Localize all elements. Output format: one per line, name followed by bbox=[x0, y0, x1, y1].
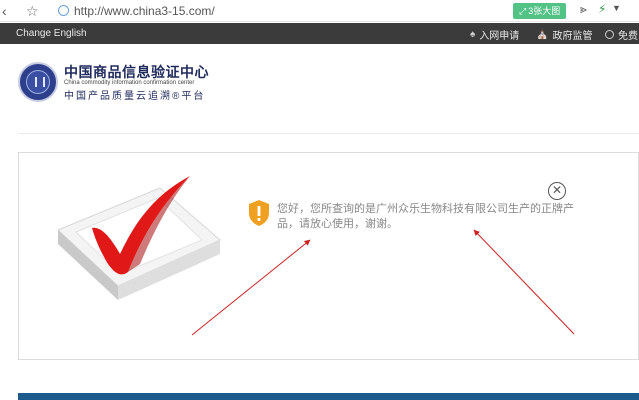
close-icon[interactable]: ✕ bbox=[548, 182, 566, 200]
share-icon[interactable]: ⪢ bbox=[580, 2, 587, 17]
topbar-link-regulation[interactable]: ⛪ 政府监管 bbox=[536, 27, 592, 42]
caret-down-icon[interactable]: ▼ bbox=[612, 3, 621, 13]
topbar-link-join[interactable]: ♠ 入网申请 bbox=[470, 27, 519, 42]
logo-title[interactable]: 中国商品信息验证中心 bbox=[64, 62, 209, 82]
logo-subtitle: 中国产品质量云追溯®平台 bbox=[64, 91, 206, 102]
site-top-bar: Change English ♠ 入网申请 ⛪ 政府监管 免费 bbox=[0, 23, 639, 44]
building-icon: ⛪ bbox=[536, 29, 549, 40]
header-divider bbox=[18, 133, 639, 134]
change-language-link[interactable]: Change English bbox=[16, 28, 87, 39]
site-icon bbox=[58, 5, 69, 16]
topbar-link-label: 免费 bbox=[618, 31, 638, 42]
star-icon[interactable]: ☆ bbox=[26, 2, 39, 20]
verification-message: 您好，您所查询的是广州众乐生物科技有限公司生产的正牌产品，请放心使用，谢谢。 bbox=[277, 203, 574, 230]
user-icon: ♠ bbox=[470, 29, 476, 40]
url-field[interactable]: http://www.china3-15.com/ bbox=[74, 3, 215, 19]
bolt-icon[interactable]: ⚡ bbox=[598, 2, 606, 16]
shield-warning-icon bbox=[249, 200, 269, 226]
back-icon[interactable]: ‹ bbox=[2, 2, 7, 20]
checkmark-illustration bbox=[57, 176, 221, 300]
topbar-link-label: 入网申请 bbox=[479, 31, 520, 42]
logo-seal-icon[interactable] bbox=[18, 62, 58, 102]
browser-address-bar: ‹ ☆ http://www.china3-15.com/ ⤢ 3张大图 ⪢ ⚡ … bbox=[0, 0, 639, 22]
circle-icon bbox=[605, 30, 614, 39]
footer-band bbox=[18, 393, 639, 400]
logo-english-name: China commodity information confirmation… bbox=[64, 80, 195, 86]
image-count-badge[interactable]: ⤢ 3张大图 bbox=[513, 3, 567, 19]
image-badge-label: 3张大图 bbox=[528, 6, 561, 16]
expand-icon: ⤢ bbox=[519, 6, 527, 16]
topbar-link-free[interactable]: 免费 bbox=[605, 27, 638, 42]
topbar-link-label: 政府监管 bbox=[552, 31, 593, 42]
